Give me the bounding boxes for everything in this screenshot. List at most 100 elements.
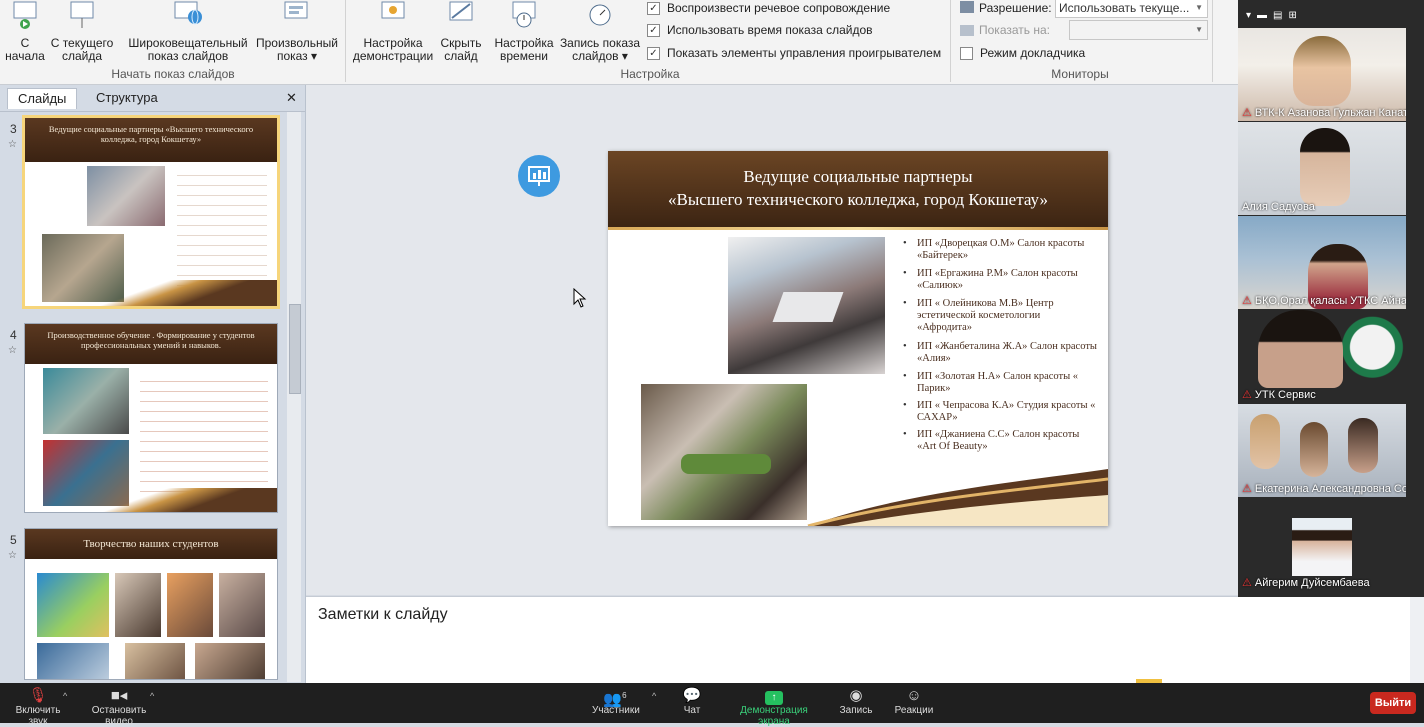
resolution-select[interactable]: Использовать текуще... ▼ xyxy=(1055,0,1208,18)
video-tile[interactable]: ⚠ Айгерим Дуйсембаева xyxy=(1238,498,1406,591)
presenter-view-checkbox[interactable]: Режим докладчика xyxy=(960,46,1085,60)
participant-name: Алия Садуова xyxy=(1242,201,1315,213)
slide-swoosh-decoration xyxy=(807,469,1108,526)
share-screen-button[interactable]: ↑ Демонстрация экрана xyxy=(726,687,822,727)
thumbnail-photo xyxy=(195,643,265,679)
chevron-up-icon[interactable]: ^ xyxy=(652,691,656,701)
thumbnail-text-block xyxy=(140,372,268,492)
play-narrations-checkbox[interactable]: ✓ Воспроизвести речевое сопровождение xyxy=(647,1,890,15)
mannequin-head xyxy=(1300,422,1328,477)
gallery-controls[interactable]: ▾▬▤⊞ xyxy=(1246,10,1303,21)
group-separator xyxy=(345,0,346,82)
transition-star-icon: ☆ xyxy=(8,550,17,561)
partner-bullet: • ИП «Ергажина Р.М» Салон красоты «Салиюк… xyxy=(903,268,1078,291)
participant-name: ⚠Екатерина Александровна Сол... xyxy=(1242,483,1406,495)
leave-meeting-button[interactable]: Выйти xyxy=(1370,692,1416,714)
record-slideshow-button[interactable]: Запись показа слайдов ▾ xyxy=(558,0,642,63)
partner-bullet: • ИП «Дворецкая О.М» Салон красоты «Байте… xyxy=(903,238,1085,261)
slide-thumbnail-4[interactable]: Производственное обучение . Формирование… xyxy=(25,324,277,512)
thumbnail-photo xyxy=(125,643,185,679)
group-label-start: Начать показ слайдов xyxy=(111,67,235,81)
monitor-icon xyxy=(960,25,974,36)
slide-notes[interactable]: Заметки к слайду xyxy=(306,596,1410,683)
thumbnail-photo xyxy=(87,166,165,226)
show-media-controls-checkbox[interactable]: ✓ Показать элементы управления проигрыват… xyxy=(647,46,941,60)
broadcast-icon xyxy=(171,0,205,30)
video-tile[interactable]: ⚠Екатерина Александровна Сол... xyxy=(1238,404,1406,497)
divider xyxy=(0,111,305,112)
setup-show-icon xyxy=(376,0,410,30)
video-tile[interactable]: ⚠ВТК-К Азанова Гульжан Канато... xyxy=(1238,28,1406,121)
chat-button[interactable]: 💬 Чат xyxy=(676,687,708,716)
thumbnail-text-block xyxy=(177,166,267,286)
thumbnail-photo xyxy=(219,573,265,637)
slide-thumbnail-3[interactable]: Ведущие социальные партнеры «Высшего тех… xyxy=(25,118,277,306)
chevron-up-icon[interactable]: ^ xyxy=(63,691,67,701)
video-camera-icon: ■◂ xyxy=(110,687,128,704)
group-separator xyxy=(1212,0,1213,82)
timer-icon xyxy=(507,0,541,30)
participants-icon: 👥6 xyxy=(603,691,627,708)
custom-show-icon xyxy=(280,0,314,30)
chevron-down-icon: ▼ xyxy=(1195,25,1203,34)
thumbnail-photo xyxy=(167,573,213,637)
from-beginning-button[interactable]: С начала xyxy=(4,0,46,63)
hide-slide-icon xyxy=(444,0,478,30)
thumbnail-swoosh xyxy=(25,488,277,512)
slide-title-line1: Ведущие социальные партнеры xyxy=(743,167,973,186)
slide-number: 4 xyxy=(10,328,17,342)
thumbnail-photo xyxy=(37,573,109,637)
current-slide[interactable]: Ведущие социальные партнеры «Высшего тех… xyxy=(608,151,1108,526)
mannequin-head xyxy=(1250,414,1280,469)
presentation-chart-icon[interactable] xyxy=(518,155,560,197)
panel-scrollbar[interactable] xyxy=(287,112,301,682)
slide-thumbnail-5[interactable]: Творчество наших студентов xyxy=(25,529,277,679)
slide-title-line2: «Высшего технического колледжа, город Ко… xyxy=(668,190,1048,209)
chevron-up-icon[interactable]: ^ xyxy=(150,691,154,701)
participants-button[interactable]: 👥6 Участники xyxy=(592,687,640,716)
video-tile[interactable]: ⚠БҚО,Орал қаласы УТКС Айнагу... xyxy=(1238,216,1406,309)
participant-name: ⚠ Айгерим Дуйсембаева xyxy=(1242,577,1370,589)
unmute-button[interactable]: 🎙 Включить звук xyxy=(6,687,70,727)
muted-mic-icon: ⚠ xyxy=(1242,483,1252,495)
tab-slides[interactable]: Слайды xyxy=(7,88,78,109)
show-on-label: Показать на: xyxy=(979,23,1050,37)
video-tile[interactable]: Алия Садуова xyxy=(1238,122,1406,215)
thumbnail-photo xyxy=(115,573,161,637)
tab-outline[interactable]: Структура xyxy=(86,88,168,108)
stop-video-button[interactable]: ■◂ Остановить видео xyxy=(80,687,158,727)
custom-show-button[interactable]: Произвольный показ ▾ xyxy=(254,0,340,63)
thumbnail-photo xyxy=(37,643,109,679)
participant-video xyxy=(1293,36,1351,106)
record-icon: ◉ xyxy=(849,687,863,704)
muted-mic-icon: ⚠ xyxy=(1242,577,1252,589)
muted-mic-icon: ⚠ xyxy=(1242,107,1252,119)
thumbnail-title: Производственное обучение . Формирование… xyxy=(25,324,277,364)
from-current-slide-button[interactable]: С текущего слайда xyxy=(48,0,116,63)
record-button[interactable]: ◉ Запись xyxy=(836,687,876,716)
group-label-setup: Настройка xyxy=(620,67,680,81)
muted-mic-icon: ⚠ xyxy=(1242,295,1252,307)
slides-panel: Слайды Структура ✕ 3 ☆ Ведущие социальны… xyxy=(0,85,306,683)
notes-placeholder: Заметки к слайду xyxy=(318,606,448,623)
reactions-button[interactable]: ☺ Реакции xyxy=(892,687,936,716)
thumbnail-swoosh xyxy=(25,280,277,306)
participant-video xyxy=(1258,310,1343,388)
close-icon[interactable]: ✕ xyxy=(286,90,297,106)
use-timings-checkbox[interactable]: ✓ Использовать время показа слайдов xyxy=(647,23,873,37)
scrollbar-thumb[interactable] xyxy=(289,304,301,394)
video-tile[interactable]: ⚠ УТК Сервис xyxy=(1238,310,1406,403)
thumbnail-title: Творчество наших студентов xyxy=(25,529,277,559)
broadcast-slideshow-button[interactable]: Широковещательный показ слайдов xyxy=(124,0,252,63)
slideshow-start-icon xyxy=(8,0,42,30)
participant-avatar xyxy=(1292,518,1352,576)
thumbnail-title: Ведущие социальные партнеры «Высшего тех… xyxy=(25,118,277,162)
rehearse-timings-button[interactable]: Настройка времени xyxy=(492,0,556,63)
setup-slideshow-button[interactable]: Настройка демонстрации xyxy=(350,0,436,63)
ribbon: С начала С текущего слайда Широковещател… xyxy=(0,0,1238,85)
hide-slide-button[interactable]: Скрыть слайд xyxy=(437,0,485,63)
slide-number: 3 xyxy=(10,122,17,136)
show-on-select[interactable]: ▼ xyxy=(1069,20,1208,40)
mouse-cursor-icon xyxy=(573,287,587,313)
participant-name: ⚠ УТК Сервис xyxy=(1242,389,1316,401)
